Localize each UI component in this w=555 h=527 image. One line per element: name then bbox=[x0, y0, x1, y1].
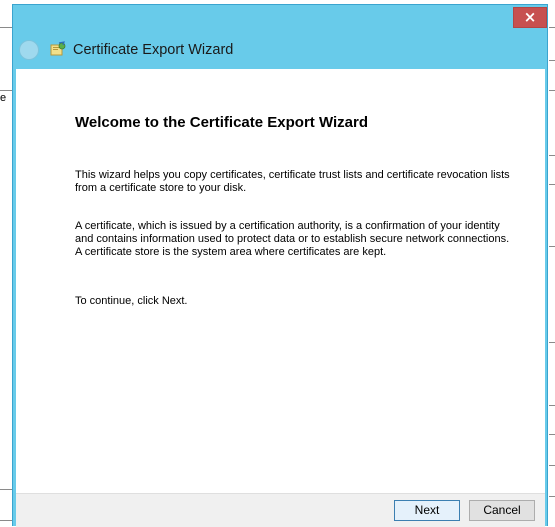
background-divider bbox=[549, 434, 555, 435]
background-divider bbox=[549, 405, 555, 406]
background-divider bbox=[549, 246, 555, 247]
background-divider bbox=[549, 27, 555, 28]
background-divider bbox=[549, 184, 555, 185]
cancel-button[interactable]: Cancel bbox=[469, 500, 535, 521]
background-divider bbox=[549, 342, 555, 343]
certificate-export-wizard-dialog: × Certificate Export Wizard Welcome to t… bbox=[12, 4, 548, 527]
close-button[interactable]: × bbox=[513, 7, 547, 28]
background-divider bbox=[549, 465, 555, 466]
intro-paragraph: This wizard helps you copy certificates,… bbox=[75, 169, 510, 194]
background-window-left: e bbox=[0, 0, 12, 526]
certificate-icon bbox=[50, 41, 66, 56]
background-text: e bbox=[0, 92, 6, 104]
background-divider bbox=[0, 489, 12, 490]
definition-paragraph: A certificate, which is issued by a cert… bbox=[75, 220, 510, 258]
background-divider bbox=[0, 90, 12, 91]
background-window-right bbox=[549, 0, 555, 526]
background-divider bbox=[549, 90, 555, 91]
continue-instruction: To continue, click Next. bbox=[75, 295, 188, 307]
wizard-content: Welcome to the Certificate Export Wizard… bbox=[16, 69, 545, 493]
background-divider bbox=[549, 496, 555, 497]
next-button[interactable]: Next bbox=[394, 500, 460, 521]
background-divider bbox=[549, 60, 555, 61]
page-heading: Welcome to the Certificate Export Wizard bbox=[75, 114, 368, 131]
background-divider bbox=[0, 520, 12, 521]
background-divider bbox=[549, 155, 555, 156]
back-arrow-icon[interactable] bbox=[19, 40, 39, 60]
background-divider bbox=[0, 27, 12, 28]
button-bar: Next Cancel bbox=[16, 493, 545, 527]
window-title: Certificate Export Wizard bbox=[73, 42, 234, 58]
